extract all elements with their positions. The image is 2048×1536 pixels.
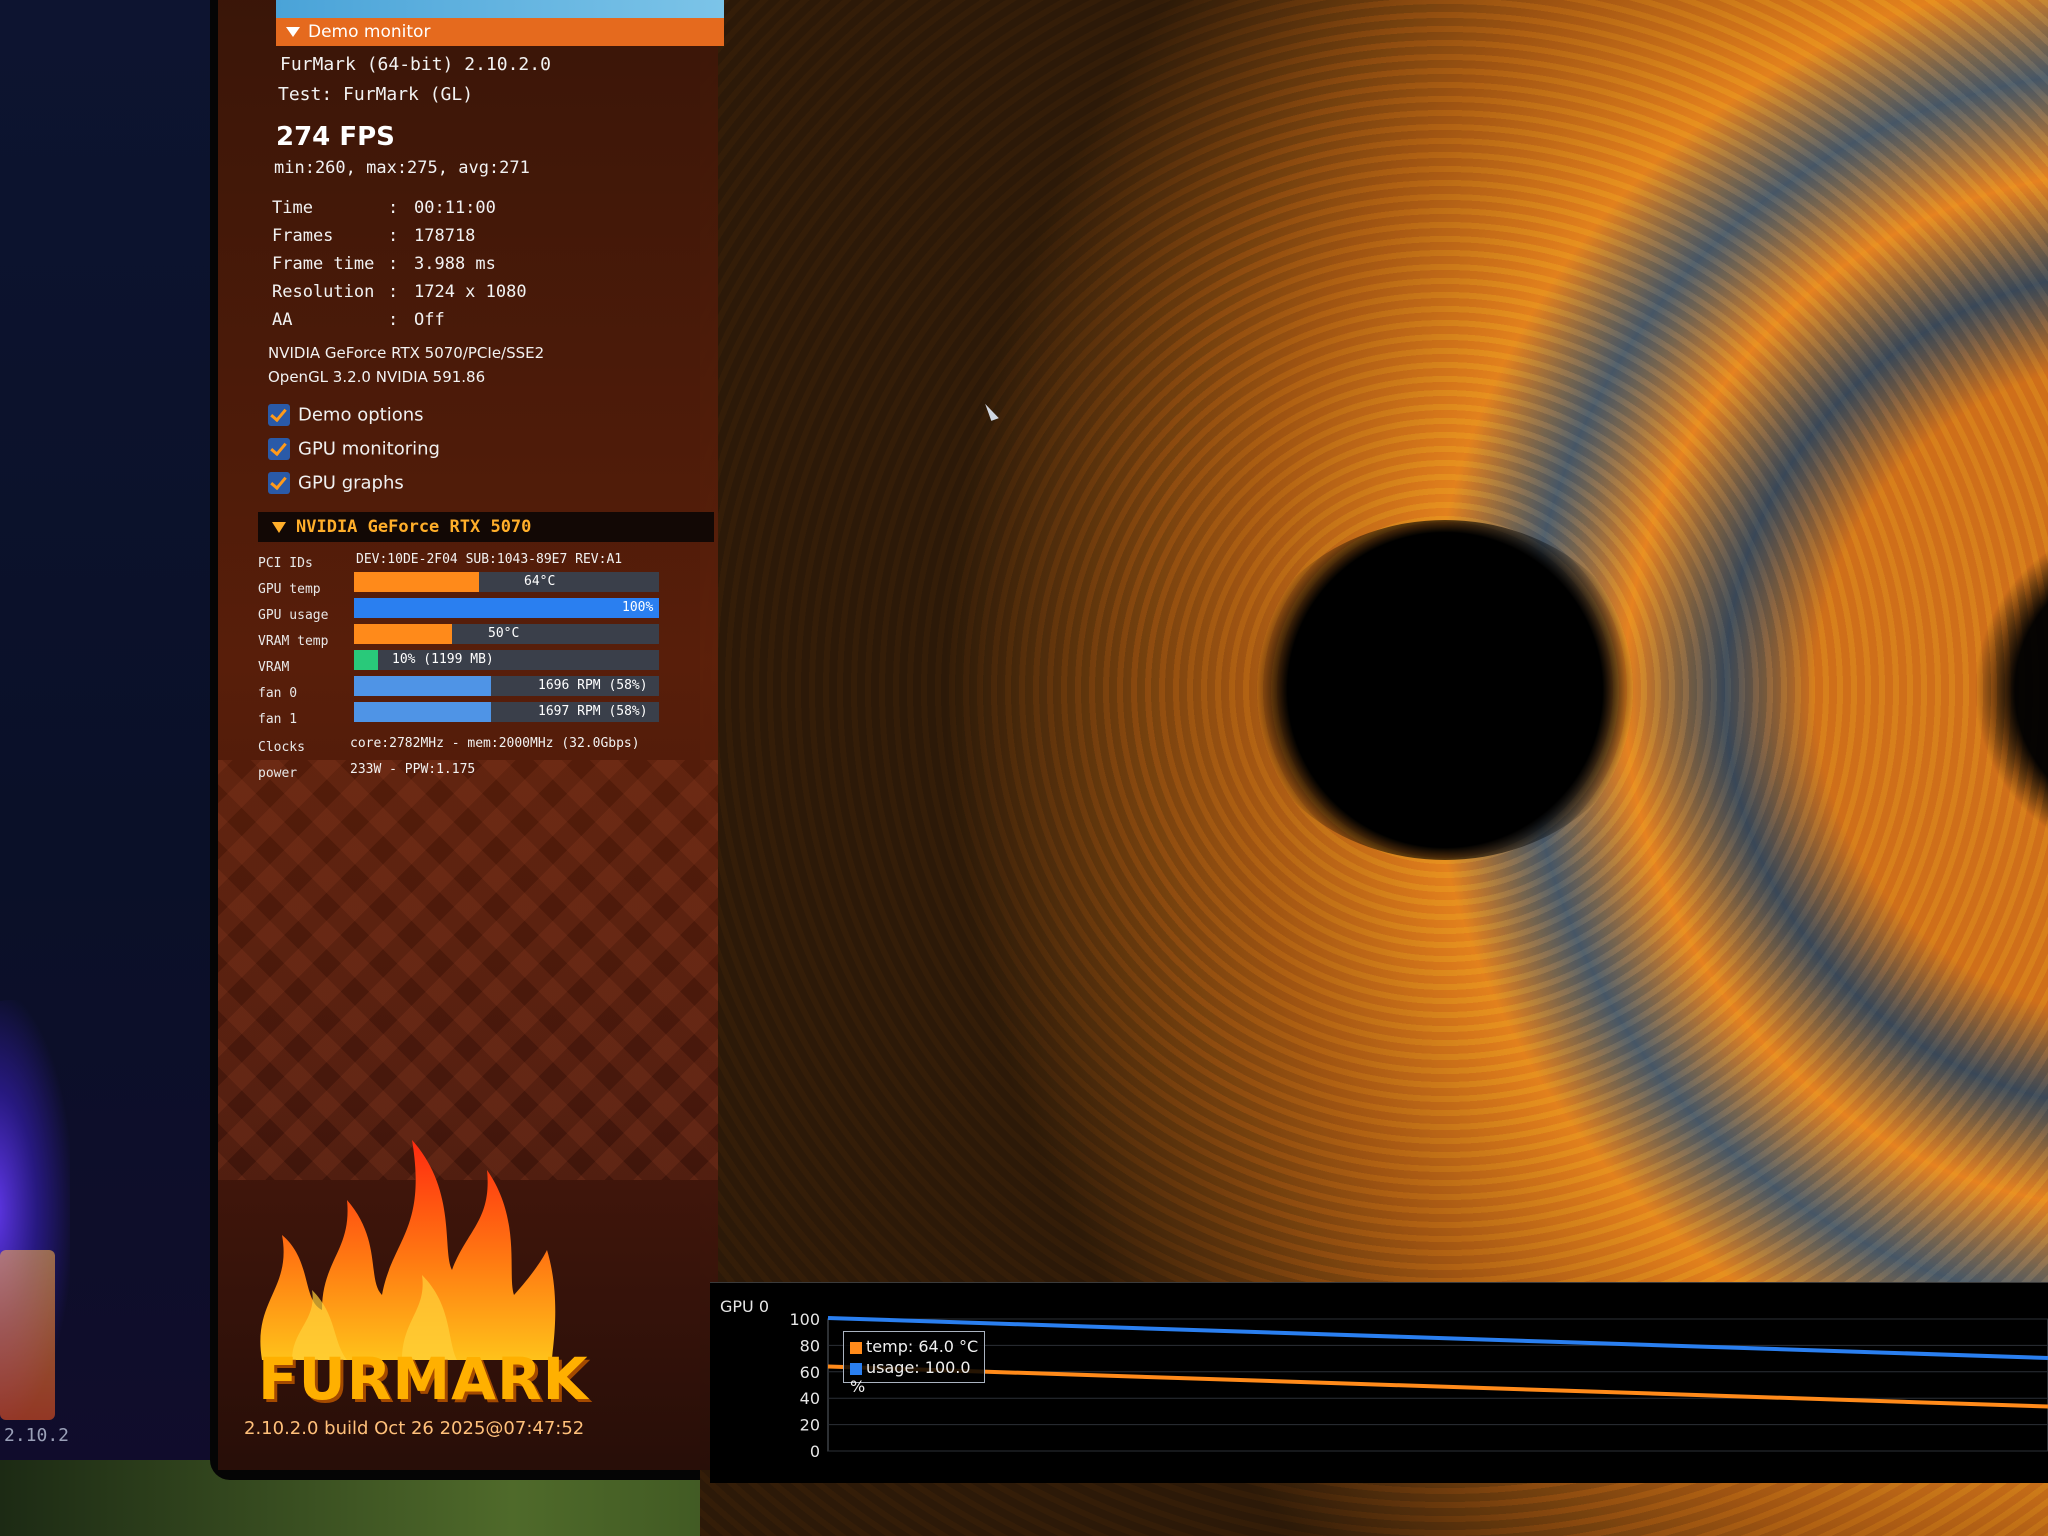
- test-name-line: Test: FurMark (GL): [278, 84, 474, 105]
- fan0-bar-fill: [354, 676, 492, 696]
- stat-key: Resolution: [272, 282, 375, 302]
- fan0-bar: 1696 RPM (58%): [354, 676, 659, 696]
- checkbox-gpu-monitoring[interactable]: GPU monitoring: [268, 438, 440, 466]
- vram-bar: 10% (1199 MB): [354, 650, 659, 670]
- demo-monitor-title: Demo monitor: [308, 22, 431, 42]
- legend-label-temp: temp: 64.0 °C: [866, 1337, 979, 1356]
- stat-key: Frames: [272, 226, 334, 246]
- stat-row-aa: AA: Off: [272, 310, 445, 330]
- stat-key: AA: [272, 310, 293, 330]
- fan0-value: 1696 RPM (58%): [538, 678, 648, 693]
- fan1-label: fan 1: [258, 712, 298, 727]
- vram-temp-label: VRAM temp: [258, 634, 329, 649]
- furmark-logo-text: FURMARK: [258, 1345, 589, 1413]
- fps-value: 274 FPS: [276, 122, 395, 152]
- clocks-label: Clocks: [258, 740, 305, 755]
- build-info: 2.10.2.0 build Oct 26 2025@07:47:52: [244, 1418, 585, 1439]
- graph-ytick-label: 40: [800, 1389, 820, 1408]
- stat-row-resolution: Resolution: 1724 x 1080: [272, 282, 527, 302]
- vram-temp-bar-fill: [354, 624, 452, 644]
- furmark-screen-photo: 2.10.2 Demo monitor FurMark (64-bit) 2.1…: [0, 0, 2048, 1536]
- fan1-bar-fill: [354, 702, 492, 722]
- gpu-usage-label: GPU usage: [258, 608, 329, 623]
- legend-item-temp: temp: 64.0 °C: [850, 1337, 978, 1356]
- gpu-temp-bar-fill: [354, 572, 480, 592]
- usage-series-line: [827, 1316, 2048, 1360]
- gpu-renderer-line: NVIDIA GeForce RTX 5070/PCIe/SSE2: [268, 344, 545, 362]
- gpu-temp-label: GPU temp: [258, 582, 321, 597]
- graph-ytick-label: 0: [810, 1442, 820, 1461]
- opengl-version-line: OpenGL 3.2.0 NVIDIA 591.86: [268, 368, 486, 386]
- legend-swatch-temp: [850, 1341, 862, 1354]
- vram-bar-fill: [354, 650, 379, 670]
- app-version-line: FurMark (64-bit) 2.10.2.0: [280, 54, 551, 75]
- temp-series-line: [827, 1364, 2048, 1409]
- legend-swatch-usage: [850, 1362, 862, 1375]
- legend-label-usage: usage: 100.0 %: [850, 1358, 971, 1396]
- stat-key: Frame time: [272, 254, 375, 274]
- fps-stats: min:260, max:275, avg:271: [274, 158, 530, 178]
- collapse-triangle-icon[interactable]: [272, 521, 286, 533]
- power-label: power: [258, 766, 298, 781]
- stat-value: 1724 x 1080: [414, 282, 527, 302]
- title-strip: [276, 0, 724, 18]
- checkbox-gpu-graphs[interactable]: GPU graphs: [268, 472, 404, 500]
- fan1-bar: 1697 RPM (58%): [354, 702, 659, 722]
- fan1-value: 1697 RPM (58%): [538, 704, 648, 719]
- vram-temp-bar: 50°C: [354, 624, 659, 644]
- legend-item-usage: usage: 100.0 %: [850, 1358, 984, 1396]
- graph-ytick-label: 20: [800, 1416, 820, 1435]
- eye-pupil: [1245, 520, 1645, 860]
- gpu-usage-bar: 100%: [354, 598, 659, 618]
- gpu-temp-bar: 64°C: [354, 572, 659, 592]
- stat-value: Off: [414, 310, 445, 330]
- pc-case-furmark-sticker: [0, 1250, 55, 1420]
- gpu-usage-value: 100%: [622, 600, 654, 615]
- gpu-section-header[interactable]: NVIDIA GeForce RTX 5070: [258, 512, 714, 542]
- checkbox-label: GPU graphs: [298, 472, 404, 494]
- fan0-label: fan 0: [258, 686, 298, 701]
- power-value: 233W - PPW:1.175: [350, 762, 476, 777]
- graph-ytick-label: 80: [800, 1336, 820, 1355]
- checkbox-checked-icon[interactable]: [268, 472, 290, 494]
- checkbox-checked-icon[interactable]: [268, 438, 290, 460]
- stat-value: 00:11:00: [414, 198, 496, 218]
- stat-row-frames: Frames: 178718: [272, 226, 476, 246]
- pci-ids-label: PCI IDs: [258, 556, 313, 571]
- clocks-value: core:2782MHz - mem:2000MHz (32.0Gbps): [350, 736, 640, 751]
- graph-legend: temp: 64.0 °C usage: 100.0 %: [843, 1331, 985, 1396]
- stat-row-time: Time: 00:11:00: [272, 198, 496, 218]
- stat-row-frame-time: Frame time: 3.988 ms: [272, 254, 496, 274]
- gpu-temp-value: 64°C: [524, 574, 556, 589]
- graph-ytick-label: 60: [800, 1363, 820, 1382]
- stat-value: 178718: [414, 226, 476, 246]
- checkbox-label: GPU monitoring: [298, 438, 440, 460]
- gpu-graph-panel: GPU 0 100 80 60 40 20 0 temp: 64.0 °C usage: …: [710, 1282, 2048, 1483]
- gpu-section-title: NVIDIA GeForce RTX 5070: [296, 517, 532, 537]
- collapse-triangle-icon[interactable]: [286, 27, 300, 37]
- checkbox-checked-icon[interactable]: [268, 404, 290, 426]
- vram-label: VRAM: [258, 660, 290, 675]
- checkbox-demo-options[interactable]: Demo options: [268, 404, 424, 432]
- demo-monitor-header[interactable]: Demo monitor: [276, 18, 724, 46]
- checkbox-label: Demo options: [298, 404, 424, 426]
- stat-value: 3.988 ms: [414, 254, 496, 274]
- vram-value: 10% (1199 MB): [392, 652, 494, 667]
- pci-ids-value: DEV:10DE-2F04 SUB:1043-89E7 REV:A1: [356, 552, 623, 567]
- gpu-usage-bar-fill: [354, 598, 659, 618]
- vram-temp-value: 50°C: [488, 626, 520, 641]
- stat-key: Time: [272, 198, 313, 218]
- graph-ytick-label: 100: [789, 1310, 820, 1329]
- case-version-text: 2.10.2: [4, 1425, 70, 1446]
